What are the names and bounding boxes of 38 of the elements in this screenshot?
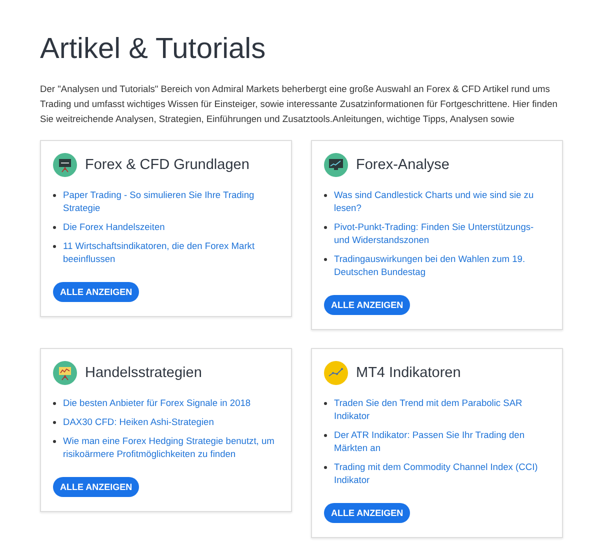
easel-chart-icon [53,361,77,385]
bullet-icon [53,402,56,405]
intro-paragraph: Der "Analysen und Tutorials" Bereich von Admiral Markets beherbergt eine große Auswahl an Forex & CFD Artikel rund ums Trading und umfasst wichtiges Wissen für Einsteiger, sowie interessante Zusatzinformationen für Fortgeschrittene. Hier finden Sie weitreichende Analysen, Strategien, Einführungen und Zusatztools.Anleitungen, wichtige Tipps, Analysen sowie [40,83,558,126]
bullet-icon [324,258,327,261]
article-link[interactable]: Traden Sie den Trend mit dem Parabolic SAR Indikator [334,397,550,423]
article-link[interactable]: Wie man eine Forex Hedging Strategie benutzt, um risikoärmere Profitmöglichkeiten zu finden [63,435,279,461]
show-all-button[interactable]: ALLE ANZEIGEN [324,503,410,523]
article-link[interactable]: Trading mit dem Commodity Channel Index (CCI) Indikator [334,461,550,487]
bullet-icon [324,434,327,437]
bullet-icon [53,194,56,197]
show-all-button[interactable]: ALLE ANZEIGEN [53,282,140,302]
card-title: Forex-Analyse [356,157,450,173]
bullet-icon [324,402,327,405]
article-link[interactable]: DAX30 CFD: Heiken Ashi-Strategien [63,416,214,429]
article-link[interactable]: 11 Wirtschaftsindikatoren, die den Forex Markt beeinflussen [63,240,279,266]
bullet-icon [53,440,56,443]
bullet-icon [324,194,327,197]
bullet-icon [53,245,56,248]
article-link[interactable]: Pivot-Punkt-Trading: Finden Sie Unterstützungs- und Widerstandszonen [334,221,550,247]
article-link[interactable]: Tradingauswirkungen bei den Wahlen zum 19. Deutschen Bundestag [334,253,550,279]
bullet-icon [324,226,327,229]
card-title: Forex & CFD Grundlagen [85,157,250,173]
line-chart-icon [324,361,348,385]
article-link[interactable]: Die Forex Handelszeiten [63,221,165,234]
article-link[interactable]: Der ATR Indikator: Passen Sie Ihr Trading den Märkten an [334,429,550,455]
article-link[interactable]: Die besten Anbieter für Forex Signale in 2018 [63,397,251,410]
article-link[interactable]: Was sind Candlestick Charts und wie sind sie zu lesen? [334,189,550,215]
page-title: Artikel & Tutorials [40,32,267,67]
bullet-icon [53,421,56,424]
bullet-icon [53,226,56,229]
show-all-button[interactable]: ALLE ANZEIGEN [324,295,410,315]
chalkboard-icon [53,153,77,177]
bullet-icon [324,466,327,469]
monitor-chart-icon [324,153,348,177]
article-link[interactable]: Paper Trading - So simulieren Sie Ihre Trading Strategie [63,189,279,215]
card-title: MT4 Indikatoren [356,365,461,381]
show-all-button[interactable]: ALLE ANZEIGEN [53,477,140,497]
card-title: Handelsstrategien [85,365,202,381]
